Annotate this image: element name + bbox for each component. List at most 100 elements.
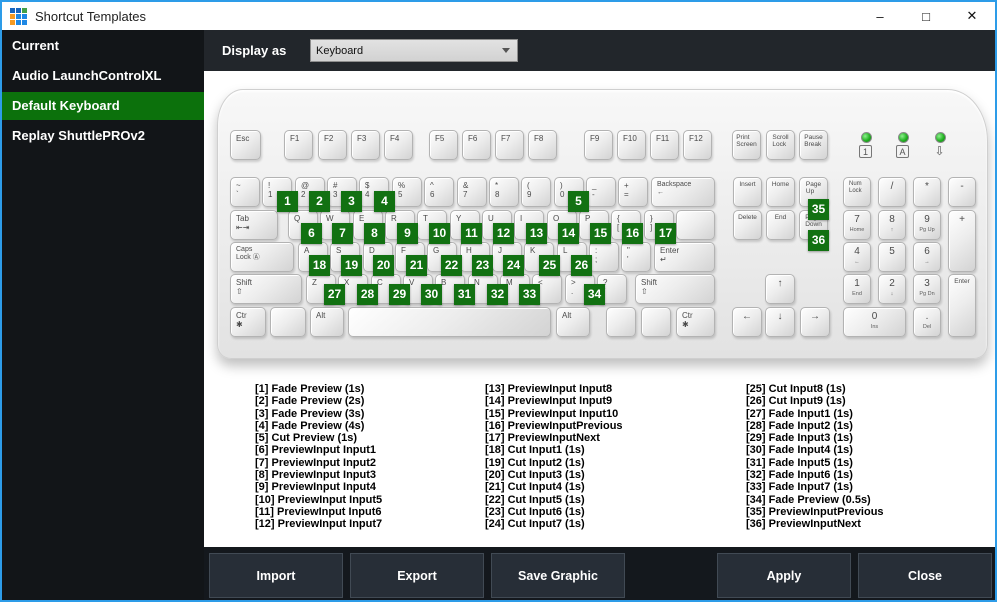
save-graphic-button[interactable]: Save Graphic	[491, 553, 625, 598]
key-backspace: Backspace ←	[651, 177, 715, 207]
app-logo-square	[16, 19, 21, 25]
shortcut-badge-3: 3	[341, 191, 362, 212]
apply-button[interactable]: Apply	[717, 553, 851, 598]
shortcut-entry: [35] PreviewInputPrevious	[746, 505, 884, 518]
shortcut-badge-28: 28	[357, 284, 378, 305]
chevron-down-icon	[502, 48, 510, 53]
key-blank: + =	[618, 177, 648, 207]
key-f4: F4	[384, 130, 413, 160]
template-list-sidebar: Current Audio LaunchControlXL Default Keyb…	[2, 30, 204, 600]
shortcut-badge-32: 32	[487, 284, 508, 305]
key-blank	[348, 307, 551, 337]
shortcut-badge-17: 17	[655, 223, 676, 244]
export-button[interactable]: Export	[350, 553, 484, 598]
key-blank: " '	[621, 242, 651, 272]
footer-button-bar: Import Export Save Graphic Apply Close	[204, 547, 995, 600]
key-blank: -	[948, 177, 976, 207]
shortcut-entry: [24] Cut Input7 (1s)	[485, 518, 585, 531]
led-indicator-icon	[898, 132, 909, 143]
key-3: 3 Pg Dn	[913, 274, 941, 304]
shortcut-entry: [14] PreviewInput Input9	[485, 395, 613, 408]
shortcut-column-3: [25] Cut Input8 (1s) [26] Cut Input9 (1s)…	[746, 383, 884, 531]
shortcut-entry: [33] Fade Input7 (1s)	[746, 481, 853, 494]
keyboard-graphic: Esc F1 F2 F3 F4 F5 F6 F7 F8 F9 F10 F11 F12 Print Scre…	[217, 89, 988, 359]
key-enter: Enter	[948, 274, 976, 337]
key-blank	[270, 307, 306, 337]
key-num: Num Lock	[843, 177, 871, 207]
shortcut-badge-1: 1	[277, 191, 298, 212]
close-window-button[interactable]: ✕	[949, 2, 995, 30]
key-blank: →	[800, 307, 830, 337]
sidebar-item-audio-launchcontrolxl[interactable]: Audio LaunchControlXL	[2, 62, 204, 90]
shortcut-entry: [18] Cut Input1 (1s)	[485, 444, 585, 457]
display-as-dropdown[interactable]: Keyboard	[310, 39, 518, 62]
key-blank: * 8	[489, 177, 519, 207]
shortcut-badge-13: 13	[526, 223, 547, 244]
key-f10: F10	[617, 130, 646, 160]
sidebar-item-replay-shuttleprov2[interactable]: Replay ShuttlePROv2	[2, 122, 204, 150]
key-caps: Caps Lock Ⓐ	[230, 242, 294, 272]
app-logo-icon	[10, 7, 27, 25]
shortcut-badge-21: 21	[406, 255, 427, 276]
display-as-value: Keyboard	[316, 44, 364, 57]
minimize-button[interactable]: –	[857, 2, 903, 30]
key-f7: F7	[495, 130, 524, 160]
key-blank: _ -	[586, 177, 616, 207]
key-print: Print Screen	[732, 130, 761, 160]
key-f9: F9	[584, 130, 613, 160]
shortcut-badge-7: 7	[332, 223, 353, 244]
shortcut-badge-2: 2	[309, 191, 330, 212]
shortcut-entry: [22] Cut Input5 (1s)	[485, 493, 585, 506]
shortcut-entry: [8] PreviewInput Input3	[255, 469, 377, 482]
shortcut-entry: [31] Fade Input5 (1s)	[746, 456, 853, 469]
title-bar[interactable]: Shortcut Templates – □ ✕	[2, 2, 995, 30]
shortcut-column-1: [1] Fade Preview (1s) [2] Fade Preview (2…	[255, 383, 382, 531]
key-f2: F2	[318, 130, 347, 160]
shortcut-entry: [20] Cut Input3 (1s)	[485, 469, 585, 482]
shortcut-entry: [1] Fade Preview (1s)	[255, 383, 365, 395]
shortcut-badge-5: 5	[568, 191, 589, 212]
key-5: 5	[878, 242, 906, 272]
shortcut-entry: [6] PreviewInput Input1	[255, 444, 377, 457]
key-shift: Shift ⇧	[230, 274, 302, 304]
key-blank	[606, 307, 636, 337]
key-9: 9 Pg Up	[913, 210, 941, 240]
key-ctr: Ctr ✱	[676, 307, 715, 337]
key-f5: F5	[429, 130, 458, 160]
shortcut-badge-35: 35	[808, 199, 829, 220]
sidebar-item-default-keyboard[interactable]: Default Keyboard	[2, 92, 204, 120]
key-1: 1 End	[843, 274, 871, 304]
key-f11: F11	[650, 130, 679, 160]
shortcut-entry: [17] PreviewInputNext	[485, 432, 600, 445]
app-logo-square	[10, 19, 15, 25]
import-button[interactable]: Import	[209, 553, 343, 598]
shortcut-badge-25: 25	[539, 255, 560, 276]
key-7: 7 Home	[843, 210, 871, 240]
maximize-button[interactable]: □	[903, 2, 949, 30]
display-as-label: Display as	[222, 43, 287, 58]
close-button[interactable]: Close	[858, 553, 992, 598]
shortcut-badge-8: 8	[364, 223, 385, 244]
shortcut-entry: [30] Fade Input4 (1s)	[746, 444, 853, 457]
shortcut-entry: [15] PreviewInput Input10	[485, 407, 619, 420]
key-esc: Esc	[230, 130, 261, 160]
app-logo-square	[22, 13, 27, 19]
content-panel: Esc F1 F2 F3 F4 F5 F6 F7 F8 F9 F10 F11 F12 Print Scre…	[204, 71, 995, 548]
shortcut-entry: [2] Fade Preview (2s)	[255, 395, 365, 408]
key-blank: % 5	[392, 177, 422, 207]
sidebar-item-current[interactable]: Current	[2, 32, 204, 60]
led-symbol-a: A	[896, 145, 909, 158]
shortcut-badge-9: 9	[397, 223, 418, 244]
key-blank: : ;	[589, 242, 619, 272]
key-blank: ^ 6	[424, 177, 454, 207]
key-blank: /	[878, 177, 906, 207]
main-area: Current Audio LaunchControlXL Default Keyb…	[2, 30, 995, 600]
key-blank: & 7	[457, 177, 487, 207]
key-blank: ↓	[765, 307, 795, 337]
shortcut-entry: [27] Fade Input1 (1s)	[746, 407, 853, 420]
key-0: 0 Ins	[843, 307, 906, 337]
key-f12: F12	[683, 130, 712, 160]
key-tab: Tab ⇤⇥	[230, 210, 278, 240]
key-f3: F3	[351, 130, 380, 160]
app-logo-square	[16, 13, 21, 19]
